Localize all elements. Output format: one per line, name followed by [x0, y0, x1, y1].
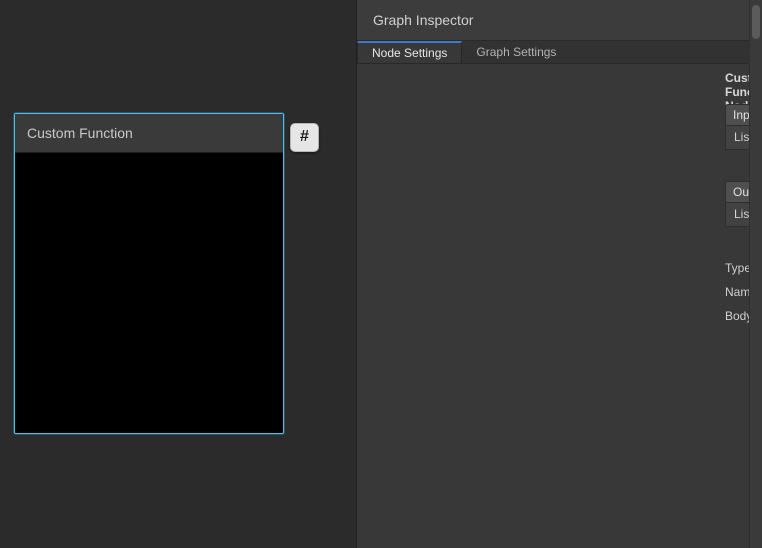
scrollbar-thumb[interactable]	[752, 5, 760, 39]
inspector-scrollbar[interactable]	[749, 0, 762, 548]
node-title: Custom Function	[27, 125, 133, 141]
type-label: Type	[725, 261, 751, 275]
tab-node-settings[interactable]: Node Settings	[357, 41, 462, 63]
node-body	[15, 153, 283, 433]
node-hash-badge[interactable]: #	[290, 123, 319, 152]
custom-function-node[interactable]: Custom Function	[14, 113, 284, 434]
graph-inspector-panel: Graph Inspector Node Settings Graph Sett…	[356, 0, 762, 548]
panel-title[interactable]: Graph Inspector	[357, 0, 762, 41]
tab-graph-settings[interactable]: Graph Settings	[462, 41, 570, 63]
graph-editor-window: Custom Function # Graph Inspector Node S…	[0, 0, 762, 548]
node-title-bar[interactable]: Custom Function	[15, 114, 283, 153]
hash-icon: #	[300, 128, 309, 145]
inspector-tabbar: Node Settings Graph Settings	[357, 41, 749, 64]
